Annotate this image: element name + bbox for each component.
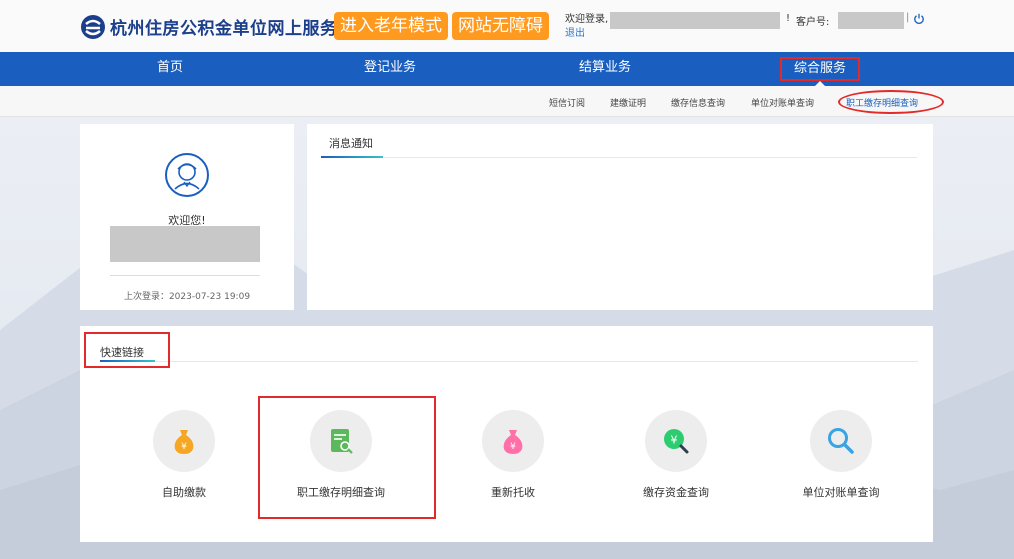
quick-link-label: 单位对账单查询: [802, 486, 880, 499]
svg-text:¥: ¥: [510, 442, 516, 452]
separator: |: [906, 12, 910, 23]
tab-message-notice[interactable]: 消息通知: [329, 135, 373, 151]
tab-divider: [100, 361, 918, 362]
quick-link-label: 重新托收: [491, 486, 535, 499]
money-bag-icon: ¥: [503, 430, 523, 454]
yuan-search-icon: ¥: [664, 429, 689, 454]
quick-link-self-payment[interactable]: ¥ 自助缴款: [114, 396, 254, 516]
subnav-payment-certificate[interactable]: 建缴证明: [610, 96, 646, 109]
money-bag-icon: ¥: [174, 430, 194, 454]
masked-company-name: [110, 226, 260, 262]
tab-underline: [100, 360, 155, 362]
quick-link-label: 自助缴款: [162, 486, 206, 499]
quick-link-icon-circle: ¥: [153, 410, 215, 472]
accessibility-button[interactable]: 网站无障碍: [452, 12, 549, 40]
tab-underline: [321, 156, 383, 158]
nav-home[interactable]: 首页: [130, 52, 210, 86]
nav-registration[interactable]: 登记业务: [330, 52, 450, 86]
svg-text:¥: ¥: [671, 434, 678, 447]
quick-links-title[interactable]: 快速链接: [100, 344, 144, 360]
highlight-box: [258, 396, 436, 519]
user-panel: 欢迎您! 上次登录：2023-07-23 19:09: [80, 124, 294, 310]
welcome-block: 欢迎登录, 退出: [565, 13, 608, 41]
tab-divider: [321, 157, 917, 158]
message-panel: 消息通知: [307, 124, 933, 310]
avatar-icon: [165, 153, 209, 197]
quick-link-re-collection[interactable]: ¥ 重新托收: [443, 396, 583, 516]
nav-settlement[interactable]: 结算业务: [545, 52, 665, 86]
exclamation: !: [786, 13, 791, 24]
quick-link-fund-query[interactable]: ¥ 缴存资金查询: [606, 396, 746, 516]
subnav-deposit-info-query[interactable]: 缴存信息查询: [671, 96, 725, 109]
quick-link-label: 缴存资金查询: [643, 486, 709, 499]
quick-link-icon-circle: ¥: [645, 410, 707, 472]
quick-link-statement-query[interactable]: 单位对账单查询: [771, 396, 911, 516]
main-nav: 首页 登记业务 结算业务 综合服务: [0, 52, 1014, 86]
logo-icon: [81, 15, 105, 39]
svg-text:¥: ¥: [181, 442, 187, 452]
quick-link-icon-circle: [810, 410, 872, 472]
header: 杭州住房公积金单位网上服务大厅 进入老年模式 网站无障碍 欢迎登录, 退出 ! …: [0, 0, 1014, 52]
masked-username: [610, 12, 780, 29]
highlight-oval: [838, 90, 944, 114]
customer-number-label: 客户号:: [796, 17, 830, 28]
nav-comprehensive-service[interactable]: 综合服务: [780, 57, 860, 81]
quick-links-highlight: 快速链接: [84, 332, 170, 368]
masked-customer-number: [838, 12, 904, 29]
last-login: 上次登录：2023-07-23 19:09: [123, 292, 251, 302]
power-icon[interactable]: [913, 13, 925, 25]
logout-link[interactable]: 退出: [565, 27, 608, 41]
sub-nav: 短信订阅 建缴证明 缴存信息查询 单位对账单查询 职工缴存明细查询: [0, 86, 1014, 117]
divider: [110, 275, 260, 276]
nav-active-pointer: [815, 81, 825, 86]
welcome-text: 欢迎登录,: [565, 14, 609, 25]
quick-links-panel: 快速链接 ¥ 自助缴款 职工缴存明细查询 ¥ 重新托收 ¥ 缴存资金查询 单位对…: [80, 326, 933, 542]
subnav-sms-subscription[interactable]: 短信订阅: [549, 96, 585, 109]
elder-mode-button[interactable]: 进入老年模式: [334, 12, 448, 40]
search-icon: [828, 428, 854, 454]
quick-link-icon-circle: ¥: [482, 410, 544, 472]
subnav-statement-query[interactable]: 单位对账单查询: [751, 96, 814, 109]
